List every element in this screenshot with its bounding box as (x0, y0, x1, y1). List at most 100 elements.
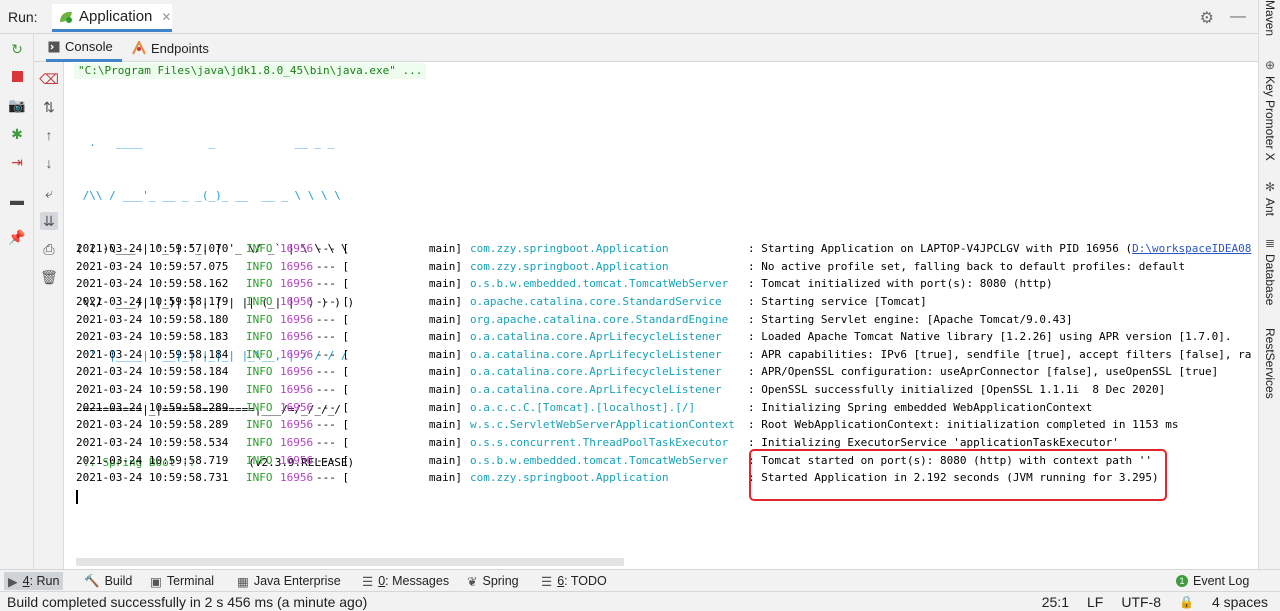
maven-tool[interactable]: Maven (1261, 0, 1279, 36)
log-separator: --- [ (316, 436, 350, 450)
run-tool-button[interactable]: ▶ 4: Run (4, 572, 64, 590)
log-pid: 16956 (280, 259, 314, 273)
debug-bug-icon[interactable]: ✱ (9, 126, 25, 142)
run-label: Run: (8, 9, 38, 25)
log-level: INFO (246, 453, 273, 467)
close-icon[interactable]: ✕ (161, 10, 171, 24)
log-separator: --- [ (316, 347, 350, 361)
restservices-tool[interactable]: RestServices (1261, 328, 1279, 399)
java-enterprise-tool-button[interactable]: ▦ Java Enterprise (233, 572, 345, 590)
banner-line: . ____ _ __ _ _ (76, 135, 335, 149)
log-level: INFO (246, 330, 273, 344)
log-pid: 16956 (280, 471, 314, 485)
endpoints-icon (132, 41, 146, 55)
messages-tool-button[interactable]: ☰ 0: Messages (358, 572, 453, 590)
exit-icon[interactable]: ⇥ (9, 154, 25, 170)
key-promoter-icon: ⊕ (1264, 58, 1276, 72)
caret-position[interactable]: 25:1 (1042, 594, 1069, 610)
log-separator: --- [ (316, 312, 350, 326)
log-pid: 16956 (280, 418, 314, 432)
stop-icon[interactable] (9, 68, 25, 84)
event-log-tool-button[interactable]: 1 Event Log (1172, 572, 1253, 590)
log-message: : Initializing Spring embedded WebApplic… (748, 399, 1092, 417)
tab-endpoints[interactable]: Endpoints (132, 34, 209, 62)
log-logger: o.s.b.w.embedded.tomcat.TomcatWebServer (470, 453, 729, 467)
log-separator: --- [ (316, 383, 350, 397)
minimize-icon[interactable]: — (1230, 8, 1246, 28)
run-tab-title: Application (79, 8, 153, 25)
spring-leaf-icon: ❦ (467, 574, 478, 589)
database-tool[interactable]: ≣ Database (1261, 236, 1279, 305)
layout-icon[interactable]: ▬ (9, 192, 25, 208)
log-logger: o.a.c.c.C.[Tomcat].[localhost].[/] (470, 400, 696, 414)
log-message-text: : Starting Servlet engine: [Apache Tomca… (748, 312, 1073, 326)
log-timestamp: 2021-03-24 10:59:58.179 (76, 294, 229, 308)
print-icon[interactable]: ⎙ (40, 240, 58, 258)
log-level: INFO (246, 259, 273, 273)
pin-icon[interactable]: 📌 (8, 229, 25, 245)
console-output[interactable]: "C:\Program Files\java\jdk1.8.0_45\bin\j… (64, 62, 1258, 569)
console-subtabs: Console Endpoints (34, 34, 1258, 62)
build-tool-button[interactable]: 🔨 Build (80, 572, 136, 590)
up-arrow-icon[interactable]: ↑ (40, 126, 58, 144)
sort-icon[interactable]: ⇅ (40, 98, 58, 116)
down-arrow-icon[interactable]: ↓ (40, 154, 58, 172)
log-level: INFO (246, 471, 273, 485)
log-separator: --- [ (316, 365, 350, 379)
key-promoter-tool[interactable]: ⊕ Key Promoter X (1261, 58, 1279, 161)
terminal-tool-button[interactable]: ▣ Terminal (146, 572, 218, 590)
ant-label: Ant (1263, 198, 1277, 217)
spring-leaf-icon (60, 11, 72, 23)
log-logger: o.s.s.concurrent.ThreadPoolTaskExecutor (470, 436, 729, 450)
log-thread: main] (428, 471, 462, 485)
todo-tool-label: : TODO (564, 574, 607, 588)
maven-label: Maven (1263, 0, 1277, 37)
log-logger: org.apache.catalina.core.StandardEngine (470, 312, 729, 326)
log-thread: main] (428, 259, 462, 273)
log-path-link[interactable]: D:\workspaceIDEA08 (1132, 242, 1251, 255)
indent-setting[interactable]: 4 spaces (1212, 594, 1268, 610)
log-logger: o.a.catalina.core.AprLifecycleListener (470, 365, 722, 379)
tab-console[interactable]: Console (46, 34, 122, 62)
line-separator[interactable]: LF (1087, 594, 1103, 610)
ant-tool[interactable]: ✻ Ant (1261, 180, 1279, 216)
todo-list-icon: ☰ (541, 574, 553, 589)
scroll-to-end-icon[interactable]: ⇊ (40, 212, 58, 230)
log-level: INFO (246, 400, 273, 414)
file-encoding[interactable]: UTF-8 (1121, 594, 1161, 610)
highlight-box (749, 449, 1167, 501)
soft-wrap-icon[interactable]: ⤶ (40, 184, 58, 202)
messages-tool-label: : Messages (385, 574, 450, 588)
run-tool-number: 4 (22, 574, 30, 588)
build-status-message[interactable]: Build completed successfully in 2 s 456 … (7, 594, 367, 610)
camera-icon[interactable]: 📷 (8, 97, 25, 113)
console-icon (48, 41, 60, 52)
clear-broom-icon[interactable]: ⌫ (39, 70, 59, 88)
console-toolbar: ⌫ ⇅ ↑ ↓ ⤶ ⇊ ⎙ 🗑 (34, 62, 64, 569)
horizontal-scrollbar[interactable] (76, 558, 624, 566)
run-left-toolbar: ↻ 📷 ✱ ⇥ ▬ 📌 (0, 34, 34, 569)
log-separator: --- [ (316, 471, 350, 485)
restservices-label: RestServices (1263, 328, 1277, 399)
log-message: : Root WebApplicationContext: initializa… (748, 416, 1178, 434)
rerun-icon[interactable]: ↻ (9, 41, 25, 57)
log-message-text: : Starting Application on LAPTOP-V4JPCLG… (748, 242, 1133, 255)
gear-icon[interactable]: ⚙ (1200, 8, 1214, 28)
build-tool-label: Build (104, 574, 133, 588)
todo-tool-button[interactable]: ☰ 6: TODO (537, 572, 611, 590)
ant-icon: ✻ (1264, 180, 1276, 194)
key-promoter-label: Key Promoter X (1263, 76, 1277, 161)
java-enterprise-icon: ▦ (237, 574, 249, 589)
log-message: : APR/OpenSSL configuration: useAprConne… (748, 363, 1218, 381)
log-level: INFO (246, 418, 273, 432)
log-message-text: : APR/OpenSSL configuration: useAprConne… (748, 365, 1219, 379)
log-pid: 16956 (280, 294, 314, 308)
spring-tool-button[interactable]: ❦ Spring (463, 572, 523, 590)
run-tab-application[interactable]: Application ✕ (52, 4, 172, 32)
trash-icon[interactable]: 🗑 (40, 268, 58, 286)
log-logger: o.a.catalina.core.AprLifecycleListener (470, 330, 722, 344)
log-level: INFO (246, 383, 273, 397)
log-pid: 16956 (280, 365, 314, 379)
tool-window-bar: ▶ 4: Run 🔨 Build ▣ Terminal ▦ Java Enter… (0, 569, 1280, 591)
indent-lock-icon: 🔒 (1179, 595, 1194, 609)
